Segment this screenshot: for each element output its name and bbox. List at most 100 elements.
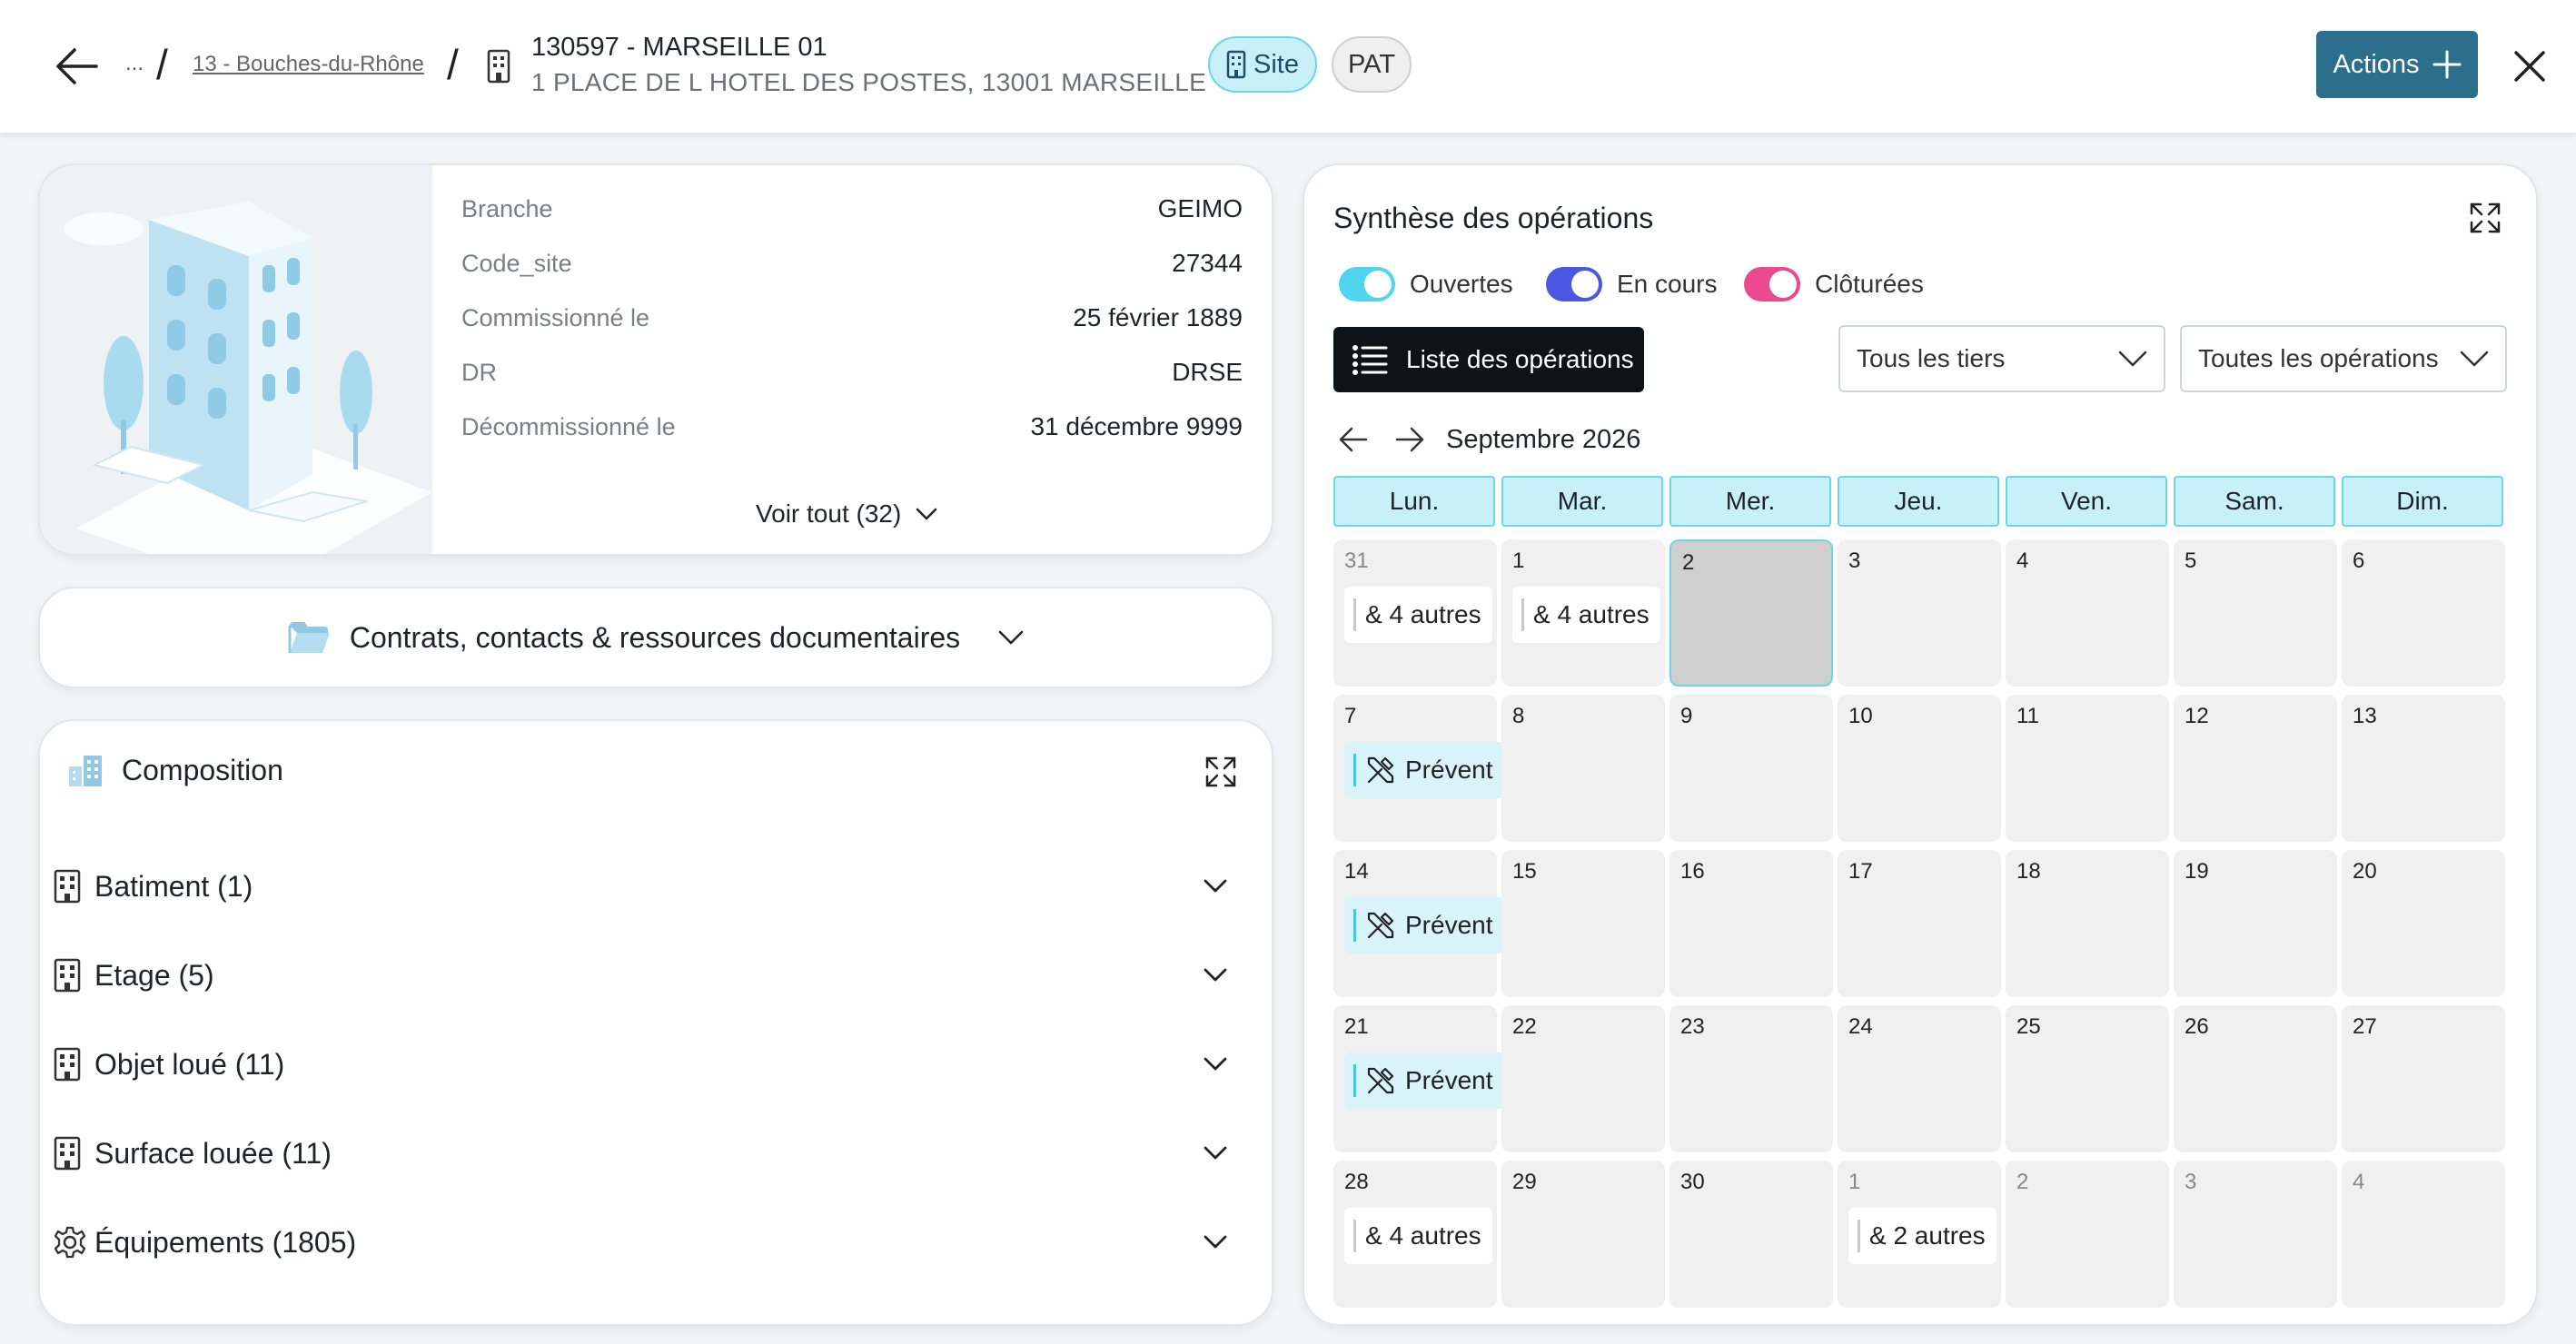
composition-row-objet-loue[interactable]: Objet loué (11) bbox=[53, 1037, 1252, 1092]
calendar-day[interactable]: 11 bbox=[2006, 695, 2169, 842]
day-number: 7 bbox=[1344, 704, 1357, 728]
toggle-switch[interactable] bbox=[1546, 267, 1602, 301]
calendar-event-prevent[interactable]: Prévent bbox=[1344, 1052, 1504, 1109]
info-value: GEIMO bbox=[1157, 194, 1243, 222]
info-value: DRSE bbox=[1172, 358, 1243, 386]
arrow-left-icon bbox=[1339, 427, 1368, 452]
calendar-day[interactable]: 26 bbox=[2174, 1005, 2337, 1152]
event-label: & 4 autres bbox=[1533, 600, 1650, 628]
calendar-day[interactable]: 7 Prévent bbox=[1333, 695, 1504, 842]
day-number: 20 bbox=[2353, 859, 2377, 884]
toggle-knob bbox=[1364, 271, 1392, 298]
expand-button[interactable] bbox=[1204, 756, 1237, 788]
calendar-day[interactable]: 2 bbox=[1669, 539, 1833, 687]
info-row-branche: Branche GEIMO bbox=[461, 191, 1243, 227]
expand-button[interactable] bbox=[2469, 202, 2502, 234]
calendar-day[interactable]: 8 bbox=[1501, 695, 1665, 842]
breadcrumb-separator: / bbox=[447, 41, 459, 88]
weekday-header: Lun. bbox=[1333, 476, 1495, 527]
calendar-day[interactable]: 30 bbox=[1669, 1161, 1833, 1308]
calendar-day[interactable]: 29 bbox=[1501, 1161, 1665, 1308]
toggle-ouvertes[interactable]: Ouvertes bbox=[1339, 267, 1513, 301]
calendar-day[interactable]: 3 bbox=[1838, 539, 2001, 687]
calendar-event-more[interactable]: & 4 autres bbox=[1344, 587, 1492, 643]
event-color-bar bbox=[1858, 1220, 1860, 1252]
breadcrumb-ellipsis[interactable]: ... bbox=[125, 51, 144, 76]
calendar-day[interactable]: 19 bbox=[2174, 850, 2337, 997]
composition-row-equipements[interactable]: Équipements (1805) bbox=[53, 1215, 1252, 1270]
operations-list-button[interactable]: Liste des opérations bbox=[1333, 327, 1644, 392]
operations-select[interactable]: Toutes les opérations bbox=[2180, 325, 2507, 392]
calendar-day[interactable]: 3 bbox=[2174, 1161, 2337, 1308]
calendar-day[interactable]: 23 bbox=[1669, 1005, 1833, 1152]
calendar-event-more[interactable]: & 2 autres bbox=[1848, 1208, 1996, 1264]
calendar-day[interactable]: 17 bbox=[1838, 850, 2001, 997]
composition-row-surface-louee[interactable]: Surface louée (11) bbox=[53, 1126, 1252, 1181]
toggle-knob bbox=[1571, 271, 1599, 298]
calendar-day[interactable]: 6 bbox=[2342, 539, 2505, 687]
chevron-down-icon bbox=[916, 508, 937, 520]
composition-row-batiment[interactable]: Batiment (1) bbox=[53, 859, 1252, 914]
calendar-day[interactable]: 27 bbox=[2342, 1005, 2505, 1152]
previous-month-button[interactable] bbox=[1335, 421, 1372, 458]
breadcrumb-separator: / bbox=[156, 41, 168, 88]
operations-title: Synthèse des opérations bbox=[1333, 202, 1654, 234]
expand-icon bbox=[2470, 203, 2501, 233]
building-icon bbox=[487, 49, 510, 84]
info-row-code-site: Code_site 27344 bbox=[461, 245, 1243, 282]
next-month-button[interactable] bbox=[1392, 421, 1428, 458]
calendar-day[interactable]: 14 Prévent bbox=[1333, 850, 1504, 997]
back-button[interactable] bbox=[54, 47, 100, 85]
chevron-down-icon bbox=[2118, 351, 2147, 367]
see-all-button[interactable]: Voir tout (32) bbox=[756, 494, 937, 534]
close-button[interactable] bbox=[2512, 49, 2547, 84]
toggle-en-cours[interactable]: En cours bbox=[1546, 267, 1718, 301]
tiers-select[interactable]: Tous les tiers bbox=[1838, 325, 2165, 392]
calendar-day[interactable]: 18 bbox=[2006, 850, 2169, 997]
site-chip[interactable]: Site bbox=[1208, 36, 1317, 93]
calendar-day[interactable]: 28 & 4 autres bbox=[1333, 1161, 1497, 1308]
calendar-event-more[interactable]: & 4 autres bbox=[1344, 1208, 1492, 1264]
chevron-down-icon bbox=[1204, 1146, 1227, 1160]
calendar-event-prevent[interactable]: Prévent bbox=[1344, 742, 1504, 798]
composition-row-etage[interactable]: Etage (5) bbox=[53, 948, 1252, 1003]
calendar-day[interactable]: 31 & 4 autres bbox=[1333, 539, 1497, 687]
building-icon bbox=[54, 869, 81, 904]
calendar-day[interactable]: 9 bbox=[1669, 695, 1833, 842]
toggle-switch[interactable] bbox=[1744, 267, 1800, 301]
calendar-event-more[interactable]: & 4 autres bbox=[1512, 587, 1660, 643]
event-color-bar bbox=[1353, 909, 1356, 942]
calendar-day[interactable]: 21 Prévent bbox=[1333, 1005, 1504, 1152]
calendar-day[interactable]: 5 bbox=[2174, 539, 2337, 687]
calendar-day[interactable]: 25 bbox=[2006, 1005, 2169, 1152]
breadcrumb-department-link[interactable]: 13 - Bouches-du-Rhône bbox=[193, 52, 424, 77]
calendar-day[interactable]: 24 bbox=[1838, 1005, 2001, 1152]
calendar-day[interactable]: 4 bbox=[2006, 539, 2169, 687]
calendar-day[interactable]: 16 bbox=[1669, 850, 1833, 997]
info-value: 25 février 1889 bbox=[1073, 303, 1243, 331]
calendar-day[interactable]: 2 bbox=[2006, 1161, 2169, 1308]
event-label: & 4 autres bbox=[1365, 600, 1481, 628]
calendar-day[interactable]: 20 bbox=[2342, 850, 2505, 997]
calendar-day[interactable]: 15 bbox=[1501, 850, 1665, 997]
day-number: 1 bbox=[1512, 548, 1525, 573]
actions-button[interactable]: Actions bbox=[2316, 31, 2478, 98]
pat-chip[interactable]: PAT bbox=[1332, 36, 1412, 93]
calendar-day[interactable]: 22 bbox=[1501, 1005, 1665, 1152]
calendar-day[interactable]: 10 bbox=[1838, 695, 2001, 842]
toggle-switch[interactable] bbox=[1339, 267, 1395, 301]
documents-toggle[interactable]: Contrats, contacts & ressources document… bbox=[40, 588, 1272, 687]
composition-card: Composition Batiment (1) Etage (5) Objet… bbox=[38, 719, 1273, 1326]
calendar-day[interactable]: 12 bbox=[2174, 695, 2337, 842]
calendar-day[interactable]: 1 & 4 autres bbox=[1501, 539, 1665, 687]
tools-icon bbox=[1367, 756, 1394, 784]
day-number: 10 bbox=[1848, 704, 1873, 728]
tiers-select-value: Tous les tiers bbox=[1857, 344, 2006, 372]
documents-card[interactable]: Contrats, contacts & ressources document… bbox=[38, 587, 1273, 688]
calendar-day[interactable]: 13 bbox=[2342, 695, 2505, 842]
toggle-cloturees[interactable]: Clôturées bbox=[1744, 267, 1924, 301]
calendar-day[interactable]: 1 & 2 autres bbox=[1838, 1161, 2001, 1308]
info-row-dr: DR DRSE bbox=[461, 354, 1243, 390]
calendar-day[interactable]: 4 bbox=[2342, 1161, 2505, 1308]
calendar-event-prevent[interactable]: Prévent bbox=[1344, 897, 1504, 954]
